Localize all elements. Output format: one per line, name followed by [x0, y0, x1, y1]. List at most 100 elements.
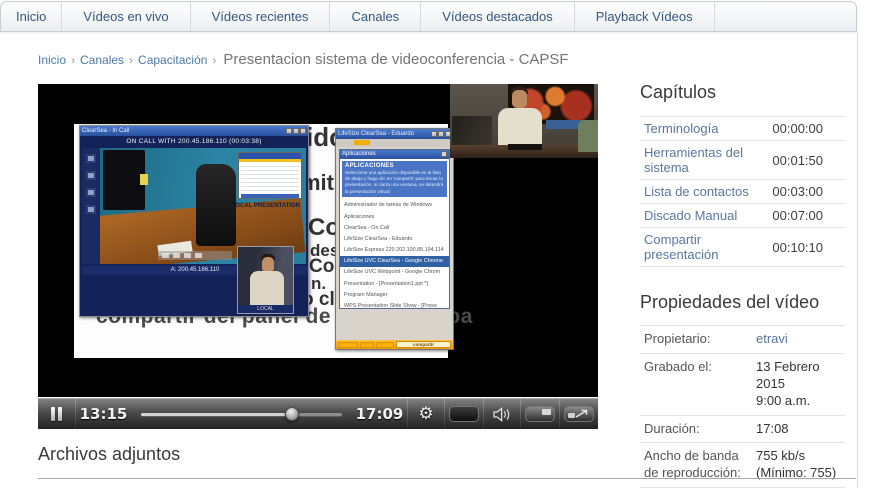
applications-dialog: Aplicaciones APLICACIONES Seleccione una… [339, 149, 450, 309]
breadcrumb-separator: › [71, 53, 76, 67]
property-label: Duración: [644, 420, 700, 436]
breadcrumb-link-capacitacion[interactable]: Capacitación [138, 53, 207, 67]
list-item: Administrador de tareas de Windows [344, 202, 433, 209]
nav-item-playback-videos[interactable]: Playback Vídeos [575, 2, 715, 31]
fullscreen-icon [564, 406, 594, 422]
properties-table: Propietario: etravi Grabado el: 13 Febre… [640, 325, 845, 488]
chapter-link[interactable]: Compartir presentación [644, 232, 772, 262]
apps-window-toolbar [336, 139, 453, 147]
window-buttons [286, 128, 306, 134]
nav-item-videos-recientes[interactable]: Vídeos recientes [191, 2, 331, 31]
office-monitor [103, 150, 145, 210]
share-button-label: compartir [396, 341, 451, 348]
volume-button[interactable] [484, 399, 520, 430]
breadcrumb-link-canales[interactable]: Canales [80, 53, 124, 67]
breadcrumb-separator: › [212, 53, 217, 67]
local-camera-inset: LOCAL [237, 246, 294, 314]
seek-bar[interactable] [131, 399, 352, 430]
properties-title: Propiedades del vídeo [640, 292, 820, 312]
laptop [452, 116, 492, 146]
breadcrumb-link-inicio[interactable]: Inicio [38, 53, 66, 67]
chapter-link[interactable]: Herramientas del sistema [644, 145, 772, 175]
sticky-note [140, 174, 148, 185]
property-label: Grabado el: [644, 358, 712, 374]
top-nav: Inicio Vídeos en vivo Vídeos recientes C… [0, 1, 857, 32]
list-item: LifeSize UVC Webpoint - Google Chrom [344, 269, 441, 276]
clearsea-incall-window: ClearSea - In Call ON CALL WITH 200.45.1… [79, 125, 309, 317]
settings-button[interactable]: ⚙ [408, 399, 444, 430]
breadcrumb-separator: › [129, 53, 134, 67]
progress-track[interactable] [141, 406, 342, 421]
local-presentation-label: LOCAL PRESENTATION [231, 203, 300, 209]
close-icon [441, 151, 447, 157]
keyboard [508, 144, 542, 150]
local-camera-label: LOCAL [238, 305, 293, 313]
list-item: LifeSize ClearSea - Eduardo [344, 235, 413, 242]
chapter-row: Herramientas del sistema 00:01:50 [640, 141, 845, 180]
chapter-row: Discado Manual 00:07:00 [640, 204, 845, 228]
chapter-link[interactable]: Discado Manual [644, 208, 737, 223]
dialog-title: Aplicaciones [342, 151, 376, 157]
list-item: Program Manager [344, 291, 388, 298]
divider [38, 478, 856, 479]
sidebar: Capítulos Terminología 00:00:00 Herramie… [640, 82, 845, 488]
quality-toggle-button[interactable] [445, 399, 483, 430]
chapter-time: 00:01:50 [772, 152, 823, 168]
list-item-selected: LifeSize UVC ClearSea - Google Chrome [340, 255, 449, 267]
chapter-link[interactable]: Lista de contactos [644, 184, 749, 199]
pause-icon [58, 407, 62, 421]
applications-list: Administrador de tareas de Windows Aplic… [340, 199, 449, 313]
list-item: Presentation - [Presentation1.ppt *] [344, 280, 428, 287]
property-row: Ancho de banda de reproducción: 755 kb/s… [640, 443, 845, 488]
incall-window-title: ClearSea - In Call [82, 128, 130, 134]
chapter-time: 00:00:00 [772, 121, 823, 136]
presentation-preview-window [238, 152, 302, 199]
toggle-pill-icon [449, 406, 479, 422]
property-value: 13 Febrero 2015 9:00 a.m. [756, 358, 820, 408]
property-row: Grabado el: 13 Febrero 2015 9:00 a.m. [640, 354, 845, 416]
chapters-list: Terminología 00:00:00 Herramientas del s… [640, 116, 845, 267]
property-row: Propietario: etravi [640, 326, 845, 354]
nav-item-videos-en-vivo[interactable]: Vídeos en vivo [62, 2, 191, 31]
property-value: 17:08 [756, 420, 789, 436]
nav-item-inicio[interactable]: Inicio [1, 2, 63, 31]
pip-button[interactable] [521, 399, 559, 430]
presenter-face [512, 90, 527, 108]
applications-header-text: Seleccione una aplicación disponible en … [345, 170, 444, 194]
list-item: LifeSize Express 220 202.100.85.194.114 [344, 247, 444, 254]
list-item: Aplicaciones [344, 213, 375, 220]
gear-icon: ⚙ [418, 404, 434, 424]
call-overlay-toolbar [158, 251, 232, 260]
chapter-row: Compartir presentación 00:10:10 [640, 228, 845, 267]
chapter-time: 00:10:10 [772, 239, 823, 255]
attachments-title: Archivos adjuntos [38, 444, 181, 464]
current-time: 13:15 [79, 405, 128, 423]
property-row: Duración: 17:08 [640, 416, 845, 444]
chapter-time: 00:07:00 [772, 208, 823, 223]
player-control-bar: 13:15 17:09 ⚙ [38, 398, 598, 429]
nav-item-videos-destacados[interactable]: Vídeos destacados [421, 2, 575, 31]
lifesize-applications-window: LifeSize ClearSea - Eduardo Aplicaciones… [335, 128, 454, 350]
pause-button[interactable] [38, 399, 75, 430]
owner-link[interactable]: etravi [756, 331, 788, 348]
applications-header: APLICACIONES Seleccione una aplicación d… [342, 161, 447, 197]
chapter-row: Terminología 00:00:00 [640, 117, 845, 141]
presenter-webcam-feed [450, 84, 598, 158]
call-tools-strip [82, 148, 100, 264]
pause-icon [51, 407, 55, 421]
fullscreen-button[interactable] [560, 399, 598, 430]
list-item: ClearSea - On Call [344, 224, 390, 231]
window-buttons [431, 131, 451, 137]
applications-header-title: APLICACIONES [345, 163, 394, 169]
chapter-link[interactable]: Terminología [644, 121, 718, 136]
pip-icon [525, 406, 555, 422]
volume-icon [493, 406, 510, 422]
page-title: Presentacion sistema de videoconferencia… [223, 51, 569, 68]
page: Inicio Vídeos en vivo Vídeos recientes C… [0, 0, 874, 488]
nav-item-canales[interactable]: Canales [330, 2, 422, 31]
progress-knob[interactable] [284, 406, 299, 421]
share-toolbar: compartir [336, 340, 453, 349]
video-display[interactable]: idc mitir' Com desc Com n. o cli compart… [38, 84, 598, 397]
side-chair [578, 120, 598, 152]
list-item: WPS Presentation Slide Show - [Prese [344, 303, 437, 310]
